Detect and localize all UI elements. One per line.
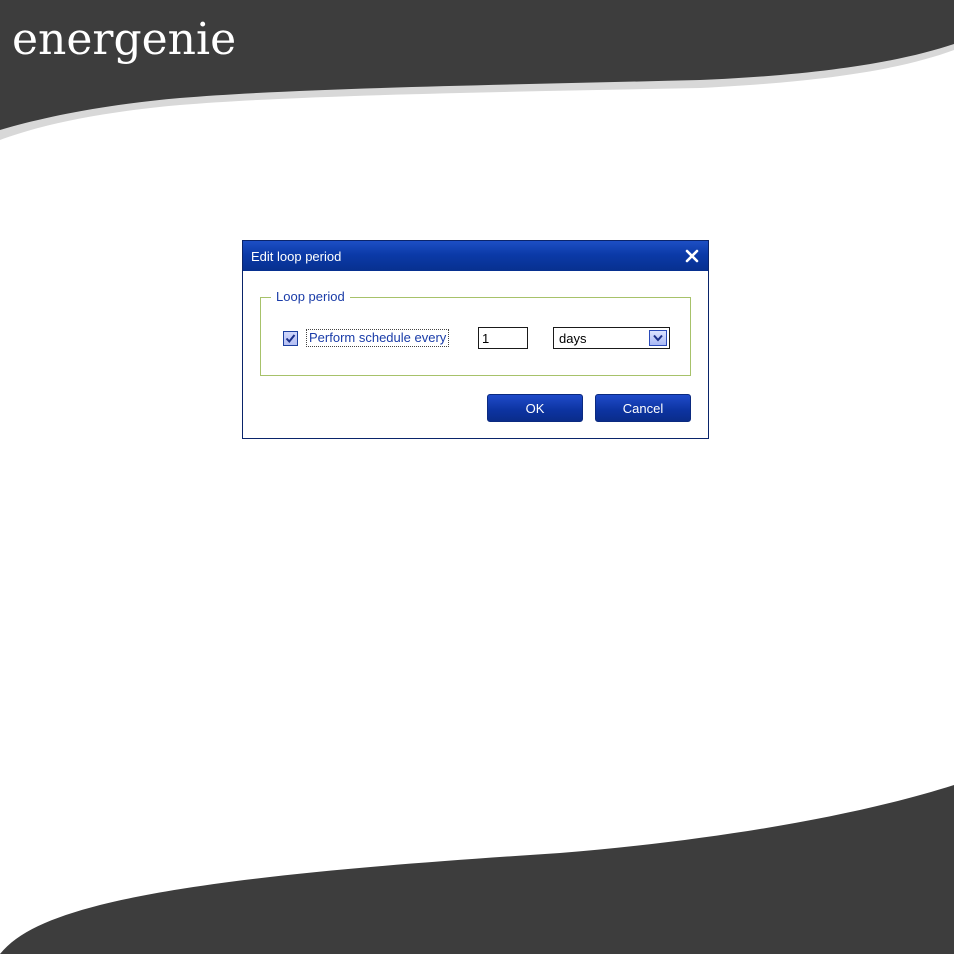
unit-select-value: days xyxy=(559,331,587,346)
perform-schedule-checkbox[interactable] xyxy=(283,331,298,346)
header-banner xyxy=(0,0,954,954)
interval-input[interactable] xyxy=(478,327,528,349)
dialog-title: Edit loop period xyxy=(251,249,342,264)
checkmark-icon xyxy=(285,334,296,344)
energenie-logo: energenie xyxy=(12,14,237,65)
group-label: Loop period xyxy=(271,289,350,304)
dialog-body: Loop period Perform schedule every days … xyxy=(247,271,704,434)
unit-select[interactable]: days xyxy=(553,327,670,349)
ok-button[interactable]: OK xyxy=(487,394,583,422)
dropdown-button[interactable] xyxy=(649,330,667,346)
dialog-titlebar: Edit loop period xyxy=(243,241,708,271)
edit-loop-period-dialog: Edit loop period Loop period Perform sch… xyxy=(242,240,709,439)
perform-schedule-label[interactable]: Perform schedule every xyxy=(306,329,450,347)
loop-period-group: Loop period Perform schedule every days xyxy=(260,289,691,376)
chevron-down-icon xyxy=(653,334,663,342)
cancel-button[interactable]: Cancel xyxy=(595,394,691,422)
close-button[interactable] xyxy=(682,246,702,266)
close-icon xyxy=(685,249,699,263)
